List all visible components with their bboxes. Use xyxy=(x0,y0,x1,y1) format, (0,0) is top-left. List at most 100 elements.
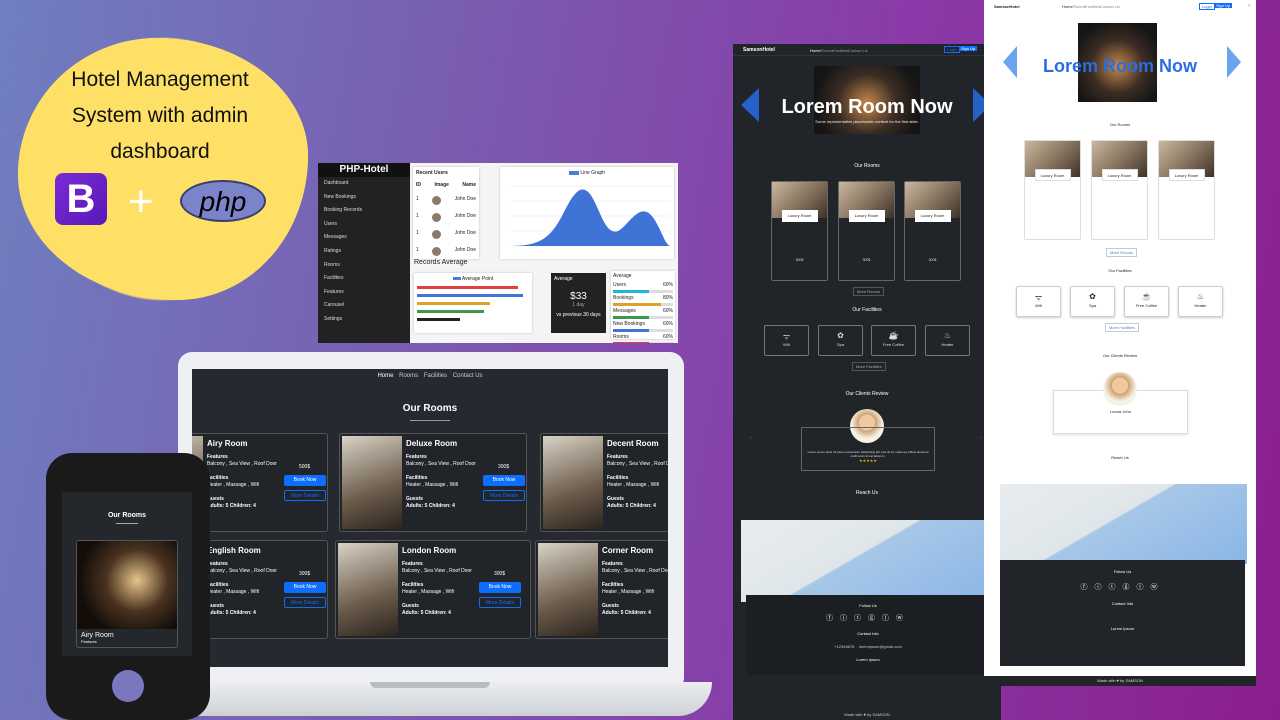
dark-website-screenshot: SamsonHotel Home Rooms Facilities Contac… xyxy=(733,44,1001,720)
book-now-button[interactable]: Book Now xyxy=(483,475,525,486)
table-row: 1 John Doe xyxy=(416,196,476,205)
more-facilities-button[interactable]: More Facilities xyxy=(852,362,886,371)
map-embed[interactable] xyxy=(1000,484,1247,564)
spa-icon: ✿ xyxy=(1089,292,1096,301)
admin-nav-item[interactable]: Rooms xyxy=(318,259,410,273)
title-divider xyxy=(116,523,138,524)
review-prev-icon[interactable]: ‹ xyxy=(750,435,752,441)
hero-subtitle: Some representative placeholder content … xyxy=(815,119,919,124)
book-now-button[interactable]: Book Now xyxy=(284,475,326,486)
footer-heading: Lorem Ipsum xyxy=(856,657,880,662)
admin-nav-item[interactable]: Facilities xyxy=(318,272,410,286)
room-label: Luxury Room xyxy=(848,210,885,222)
average-sub: 1 day xyxy=(572,302,585,308)
admin-nav-item[interactable]: Messages xyxy=(318,231,410,245)
brand[interactable]: SamsonHotel xyxy=(743,47,775,53)
room-image xyxy=(77,541,177,629)
admin-nav-item[interactable]: Booking Records xyxy=(318,204,410,218)
nav-rooms[interactable]: Rooms xyxy=(1073,4,1086,9)
brand[interactable]: SamsonHotel xyxy=(994,4,1020,9)
section-title: Our Clients Review xyxy=(1102,353,1138,358)
nav-home[interactable]: Home xyxy=(1062,4,1073,9)
light-navbar: SamsonHotel Home Rooms Facilities Contac… xyxy=(984,0,1256,14)
nav-rooms[interactable]: Rooms xyxy=(399,373,418,379)
room-details: FeaturesBalcony , Sea View , Roof DoorFa… xyxy=(602,561,668,616)
bar xyxy=(417,302,490,305)
room-price: 300$ xyxy=(928,258,937,262)
admin-nav-item[interactable]: Dashboard xyxy=(318,177,410,191)
more-details-button[interactable]: More Details xyxy=(479,597,521,608)
more-rooms-button[interactable]: More Rooms xyxy=(853,287,884,296)
admin-nav-item[interactable]: New Bookings xyxy=(318,191,410,205)
table-row: 1 John Doe xyxy=(416,213,476,222)
nav-home[interactable]: Home xyxy=(377,373,393,379)
more-details-button[interactable]: More Details xyxy=(284,490,326,501)
login-button[interactable]: Login xyxy=(1199,3,1215,10)
more-details-button[interactable]: More Details xyxy=(284,597,326,608)
review-next-icon[interactable]: › xyxy=(980,435,982,441)
room-image xyxy=(342,436,402,529)
nav-facilities[interactable]: Facilities xyxy=(1085,4,1101,9)
wifi-icon: ᯤ xyxy=(1034,293,1043,302)
nav-facilities[interactable]: Facilities xyxy=(424,373,447,379)
room-image xyxy=(538,543,598,636)
room-details: FeaturesBalcony , Sea View , Roof DoorFa… xyxy=(406,454,476,509)
facility-card: ♨ Heater xyxy=(1178,286,1223,317)
progress-fill xyxy=(613,329,649,332)
room-name: Corner Room xyxy=(602,546,654,555)
room-price: 300$ xyxy=(299,571,311,577)
section-title: Our Rooms xyxy=(1109,122,1131,127)
section-title: Our Rooms xyxy=(402,403,458,414)
review-card: Lorem ipsum dolor sit amet consectetur a… xyxy=(801,427,935,471)
book-now-button[interactable]: Book Now xyxy=(479,582,521,593)
follow-us-title: Follow Us xyxy=(1113,569,1132,574)
made-with-credit: Made with ♥ by SAMSON xyxy=(844,712,890,717)
signup-button[interactable]: Sign Up xyxy=(959,46,978,51)
social-icons[interactable]: ⓕⓘⓣⓖⓛⓦ xyxy=(1000,582,1245,592)
contact-info-title: Contact Info xyxy=(857,631,879,636)
col-name: Name xyxy=(462,182,476,188)
phone-home-button[interactable] xyxy=(112,670,144,702)
footer-box: Follow Us ⓕⓘⓣⓖⓛⓦ Contact Info +12345678 … xyxy=(746,595,990,675)
email-address[interactable]: loremipsum@gmail.com xyxy=(859,644,902,649)
plus-sign: + xyxy=(128,177,154,226)
heater-icon: ♨ xyxy=(1196,292,1205,301)
promo-title: Hotel Management System with admin dashb… xyxy=(40,62,280,170)
social-icons[interactable]: ⓕⓘⓣⓖⓛⓦ xyxy=(746,613,990,623)
legend-label: Average Point xyxy=(461,276,494,282)
line-graph-card: Line Graph xyxy=(500,167,674,259)
average-item: Messages 60% xyxy=(613,308,673,319)
signup-button[interactable]: Sign Up xyxy=(1214,3,1233,8)
room-price: 300$ xyxy=(862,258,871,262)
admin-nav-item[interactable]: Users xyxy=(318,218,410,232)
more-details-button[interactable]: More Details xyxy=(483,490,525,501)
section-title: Reach Us xyxy=(1111,455,1129,460)
room-name: Airy Room xyxy=(207,439,248,448)
more-facilities-button[interactable]: More Facilities xyxy=(1105,323,1139,332)
nav-contact[interactable]: Contact Us xyxy=(453,373,483,379)
more-rooms-button[interactable]: More Rooms xyxy=(1106,248,1137,257)
admin-nav-item[interactable]: Carousel xyxy=(318,299,410,313)
nav-contact[interactable]: Contact Us xyxy=(848,48,868,53)
nav-contact[interactable]: Contact Us xyxy=(1100,4,1120,9)
admin-nav-item[interactable]: Ratings xyxy=(318,245,410,259)
room-price: 500$ xyxy=(299,464,311,470)
admin-nav-item[interactable]: Settings xyxy=(318,313,410,327)
average-note: vs previous 30 days xyxy=(556,312,601,318)
theme-toggle-icon[interactable]: ☾ xyxy=(1248,3,1252,8)
room-price: 300$ xyxy=(498,464,510,470)
phone-number[interactable]: +12345678 xyxy=(834,644,854,649)
follow-us-title: Follow Us xyxy=(859,603,877,608)
nav-facilities[interactable]: Facilities xyxy=(833,48,849,53)
nav-rooms[interactable]: Rooms xyxy=(821,48,834,53)
nav-home[interactable]: Home xyxy=(810,48,821,53)
records-bar-card: Average Point xyxy=(414,273,532,333)
promo-title-line: dashboard xyxy=(110,140,210,163)
line-graph xyxy=(510,185,670,247)
map-embed[interactable] xyxy=(741,520,993,602)
footer-box: Follow Us ⓕⓘⓣⓖⓛⓦ Contact Info Lorem Ipsu… xyxy=(1000,560,1245,666)
laptop-screen: Home Rooms Facilities Contact Us Our Roo… xyxy=(192,369,668,667)
login-button[interactable]: Login xyxy=(944,46,960,53)
book-now-button[interactable]: Book Now xyxy=(284,582,326,593)
admin-nav-item[interactable]: Features xyxy=(318,286,410,300)
